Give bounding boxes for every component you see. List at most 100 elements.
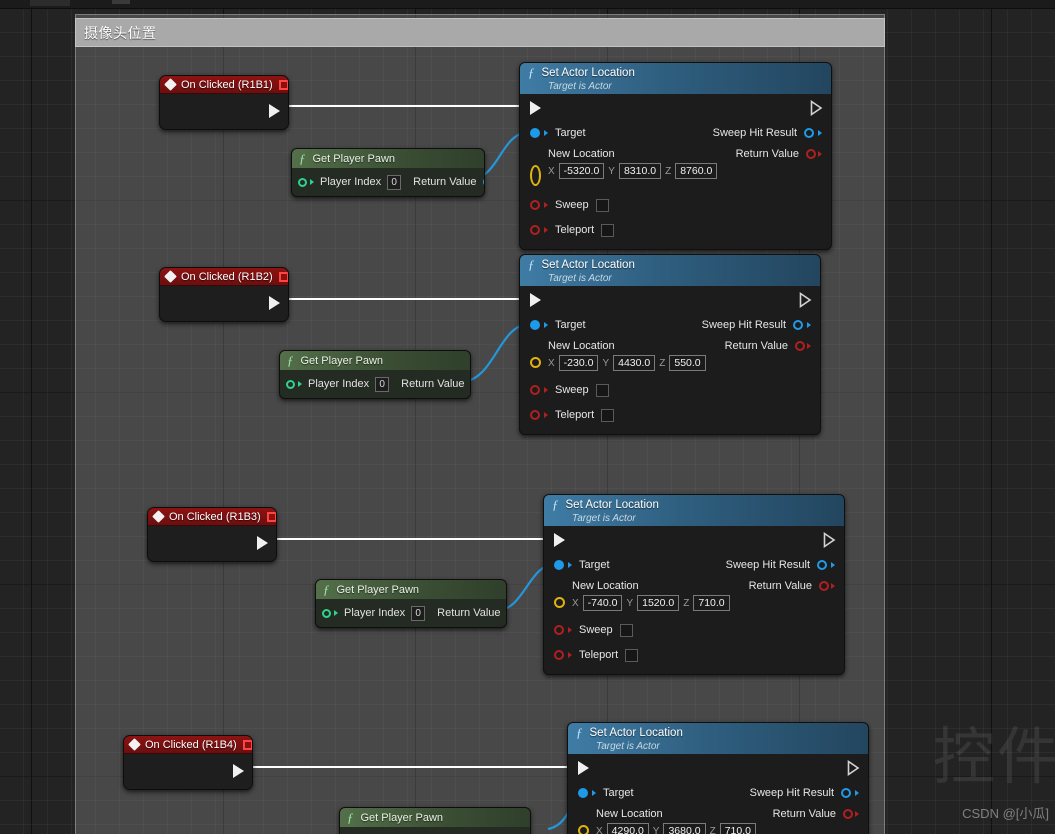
axis-y-label: Y bbox=[608, 165, 615, 177]
teleport-checkbox[interactable] bbox=[601, 408, 615, 422]
event-node-r1b4[interactable]: On Clicked (R1B4) bbox=[123, 735, 253, 790]
location-x-input[interactable]: -230.0 bbox=[558, 355, 599, 371]
exec-output-pin[interactable] bbox=[799, 292, 812, 308]
sweep-pin-arrow-icon bbox=[544, 387, 548, 393]
exec-output-pin[interactable] bbox=[810, 100, 823, 116]
set-actor-location-subtitle: Target is Actor bbox=[548, 81, 612, 92]
exec-row bbox=[568, 754, 868, 782]
return-value-output-pin[interactable] bbox=[819, 581, 829, 591]
player-index-value[interactable]: 0 bbox=[375, 376, 390, 392]
exec-output-pin[interactable] bbox=[823, 532, 836, 548]
new-location-label: New Location bbox=[596, 808, 663, 820]
sweep-hit-result-output-pin[interactable] bbox=[793, 320, 803, 330]
return-value-output-pin[interactable] bbox=[795, 341, 805, 351]
target-input-pin[interactable] bbox=[530, 320, 540, 330]
breakpoint-badge-icon[interactable] bbox=[266, 511, 276, 522]
function-f-icon: ƒ bbox=[552, 497, 559, 512]
sweep-input-pin[interactable] bbox=[530, 200, 540, 210]
teleport-row: Teleport bbox=[544, 644, 844, 666]
teleport-checkbox[interactable] bbox=[625, 648, 639, 662]
teleport-checkbox[interactable] bbox=[601, 223, 615, 237]
location-z-input[interactable]: 550.0 bbox=[669, 355, 706, 371]
location-z-input[interactable]: 8760.0 bbox=[675, 163, 718, 179]
comment-box-title[interactable]: 摄像头位置 bbox=[75, 18, 885, 47]
get-player-pawn-node-1[interactable]: ƒ Get Player Pawn Player Index 0 Return … bbox=[291, 148, 485, 197]
teleport-pin-arrow-icon bbox=[544, 227, 548, 233]
event-node-r1b2[interactable]: On Clicked (R1B2) bbox=[159, 267, 289, 322]
exec-output-pin[interactable] bbox=[257, 536, 268, 550]
player-index-value[interactable]: 0 bbox=[387, 174, 402, 190]
get-player-pawn-node-4[interactable]: ƒ Get Player Pawn Player Index 0 Return … bbox=[339, 807, 531, 834]
set-actor-location-node-3[interactable]: ƒ Set Actor Location Target is Actor Tar… bbox=[543, 494, 845, 675]
new-location-input-pin[interactable] bbox=[530, 357, 541, 368]
location-z-input[interactable]: 710.0 bbox=[719, 823, 756, 834]
player-index-value[interactable]: 0 bbox=[411, 605, 426, 621]
breakpoint-badge-icon[interactable] bbox=[278, 271, 288, 282]
set-actor-location-title: Set Actor Location bbox=[541, 67, 635, 79]
exec-input-pin[interactable] bbox=[554, 533, 565, 547]
location-z-input[interactable]: 710.0 bbox=[693, 595, 730, 611]
sweep-hit-result-output-pin[interactable] bbox=[804, 128, 814, 138]
event-node-title: On Clicked (R1B4) bbox=[145, 738, 237, 751]
sweep-input-pin[interactable] bbox=[530, 385, 540, 395]
location-x-input[interactable]: -5320.0 bbox=[558, 163, 605, 179]
teleport-input-pin[interactable] bbox=[554, 650, 564, 660]
location-y-input[interactable]: 8310.0 bbox=[618, 163, 662, 179]
exec-input-pin[interactable] bbox=[530, 101, 541, 115]
return-value-label: Return Value bbox=[748, 580, 812, 592]
event-node-r1b1[interactable]: On Clicked (R1B1) bbox=[159, 75, 289, 130]
target-row: Target Sweep Hit Result bbox=[520, 122, 831, 144]
exec-output-pin[interactable] bbox=[233, 764, 244, 778]
player-index-input-pin[interactable] bbox=[322, 608, 331, 618]
function-node-header: ƒ Get Player Pawn bbox=[280, 351, 470, 370]
get-player-pawn-node-2[interactable]: ƒ Get Player Pawn Player Index 0 Return … bbox=[279, 350, 471, 399]
new-location-label: New Location bbox=[572, 580, 639, 592]
teleport-row: Teleport bbox=[520, 404, 820, 426]
sweep-hit-result-output-pin[interactable] bbox=[841, 788, 851, 798]
location-x-input[interactable]: -740.0 bbox=[582, 595, 623, 611]
set-actor-location-node-2[interactable]: ƒ Set Actor Location Target is Actor Tar… bbox=[519, 254, 821, 435]
exec-output-pin[interactable] bbox=[269, 296, 280, 310]
teleport-input-pin[interactable] bbox=[530, 225, 540, 235]
location-y-input[interactable]: 3680.0 bbox=[663, 823, 706, 834]
event-node-r1b3[interactable]: On Clicked (R1B3) bbox=[147, 507, 277, 562]
player-index-input-pin[interactable] bbox=[298, 177, 307, 187]
new-location-input-pin[interactable] bbox=[530, 165, 541, 186]
new-location-input-pin[interactable] bbox=[578, 825, 589, 834]
get-player-pawn-node-3[interactable]: ƒ Get Player Pawn Player Index 0 Return … bbox=[315, 579, 507, 628]
set-actor-location-node-1[interactable]: ƒ Set Actor Location Target is Actor Tar… bbox=[519, 62, 832, 250]
location-x-input[interactable]: 4290.0 bbox=[606, 823, 649, 834]
teleport-input-pin[interactable] bbox=[530, 410, 540, 420]
new-location-input-pin[interactable] bbox=[554, 597, 565, 608]
sweep-input-pin[interactable] bbox=[554, 625, 564, 635]
return-value-output-pin[interactable] bbox=[482, 177, 484, 187]
breakpoint-badge-icon[interactable] bbox=[278, 79, 288, 90]
location-y-input[interactable]: 1520.0 bbox=[637, 595, 680, 611]
target-input-pin[interactable] bbox=[530, 128, 540, 138]
set-actor-location-header: ƒ Set Actor Location Target is Actor bbox=[568, 723, 868, 754]
player-index-input-pin[interactable] bbox=[286, 379, 295, 389]
location-y-input[interactable]: 4430.0 bbox=[613, 355, 656, 371]
exec-output-pin[interactable] bbox=[847, 760, 860, 776]
target-input-pin[interactable] bbox=[554, 560, 564, 570]
sweep-checkbox[interactable] bbox=[595, 198, 609, 212]
set-actor-location-node-4[interactable]: ƒ Set Actor Location Target is Actor Tar… bbox=[567, 722, 869, 834]
exec-input-pin[interactable] bbox=[530, 293, 541, 307]
target-pin-arrow-icon bbox=[544, 130, 548, 136]
breakpoint-badge-icon[interactable] bbox=[242, 739, 252, 750]
return-value-pin-arrow-icon bbox=[831, 583, 835, 589]
axis-y-label: Y bbox=[626, 597, 634, 609]
exec-output-pin[interactable] bbox=[269, 104, 280, 118]
player-index-label: Player Index bbox=[344, 607, 406, 619]
target-row: Target Sweep Hit Result bbox=[568, 782, 868, 804]
sweep-checkbox[interactable] bbox=[619, 623, 633, 637]
return-value-output-pin[interactable] bbox=[843, 809, 853, 819]
target-input-pin[interactable] bbox=[578, 788, 588, 798]
function-f-icon: ƒ bbox=[323, 581, 330, 597]
exec-input-pin[interactable] bbox=[578, 761, 589, 775]
sweep-checkbox[interactable] bbox=[595, 383, 609, 397]
return-value-output-pin[interactable] bbox=[806, 149, 816, 159]
return-value-pin-arrow-icon bbox=[855, 811, 859, 817]
sweep-hit-result-output-pin[interactable] bbox=[817, 560, 827, 570]
axis-z-label: Z bbox=[709, 825, 716, 834]
